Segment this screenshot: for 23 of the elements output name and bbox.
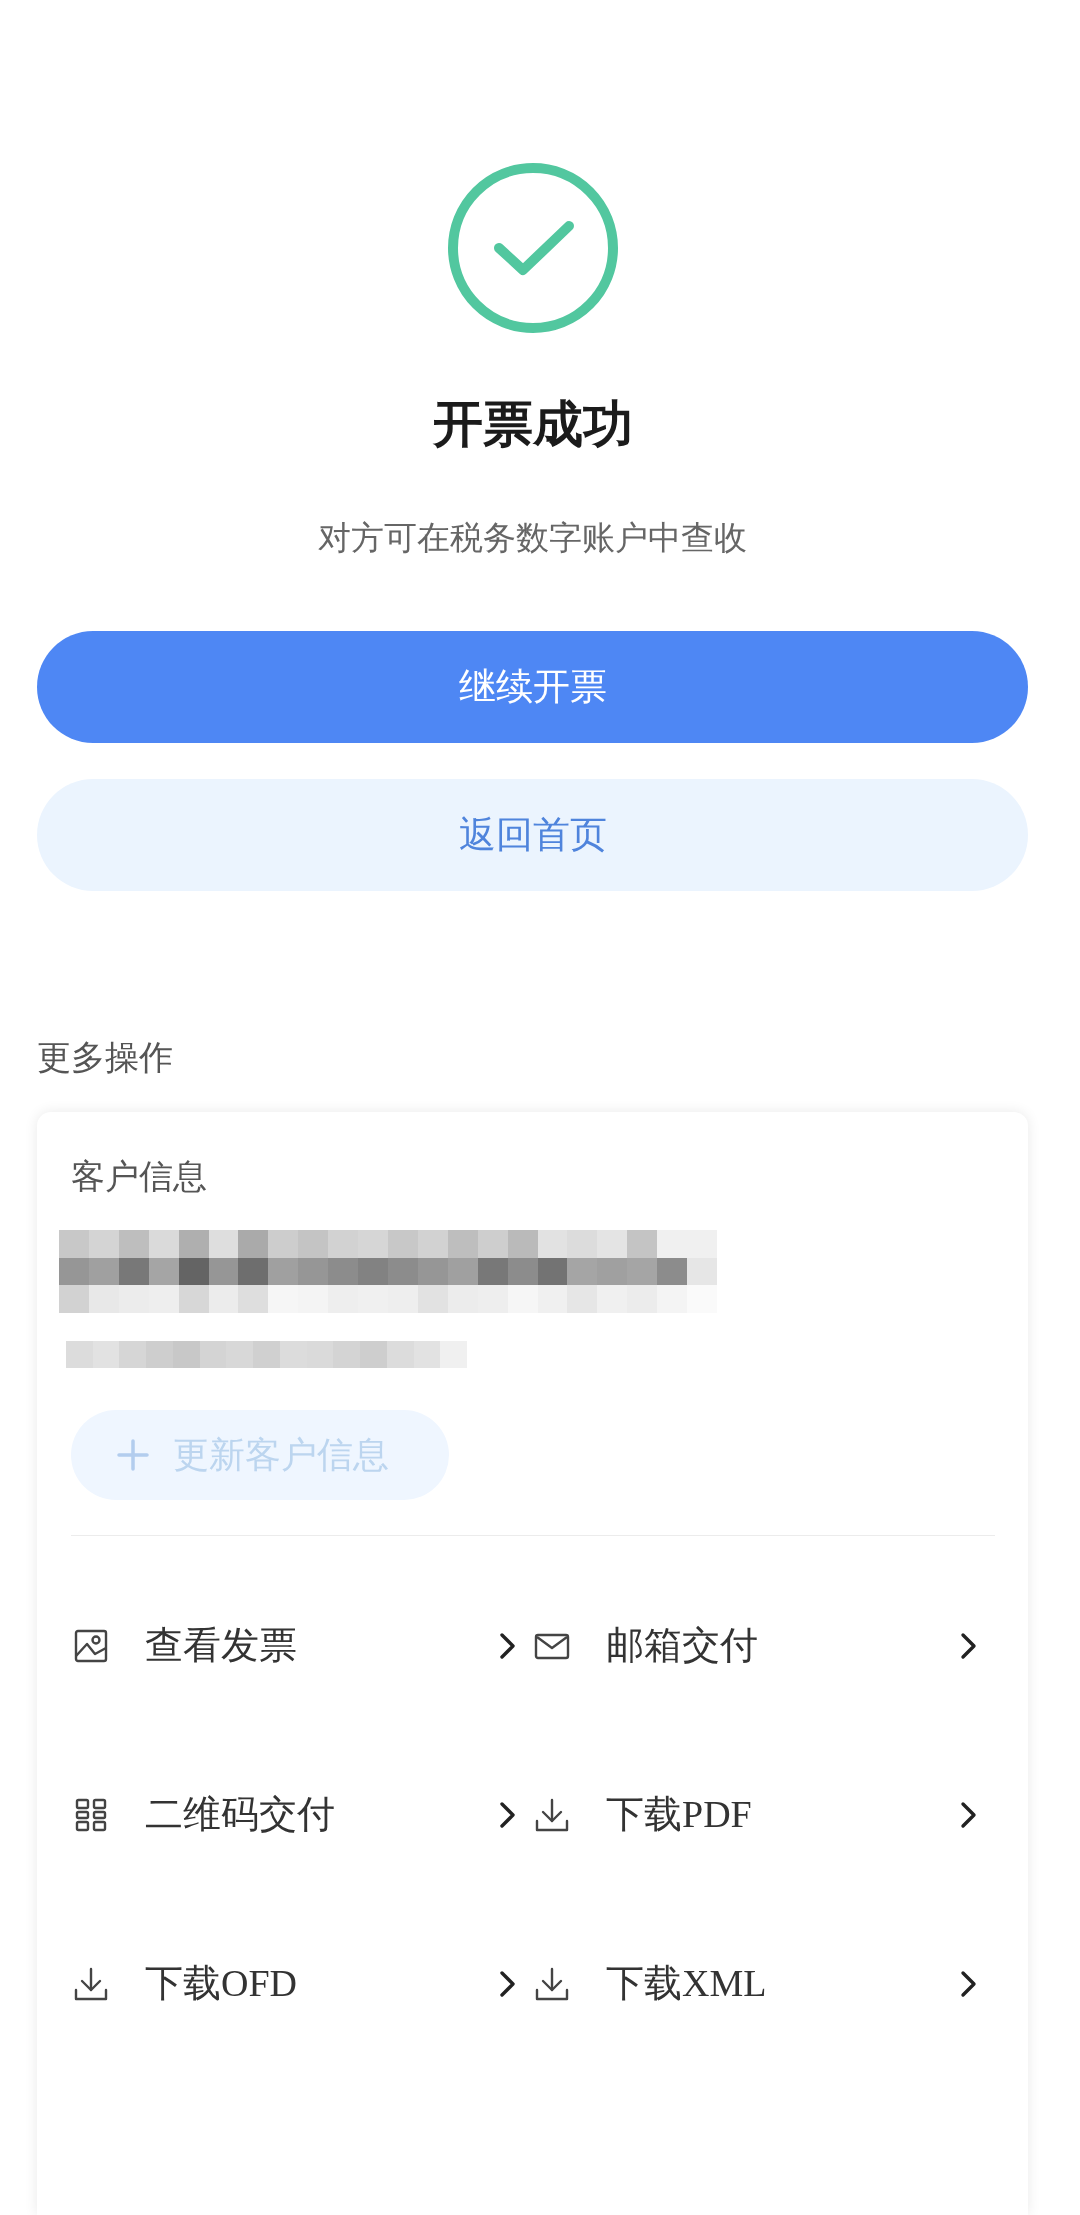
chevron-right-icon bbox=[960, 1800, 977, 1829]
action-item[interactable]: 下载PDF bbox=[534, 1730, 977, 1899]
chevron-right-icon bbox=[960, 1631, 977, 1660]
download-icon bbox=[73, 1965, 109, 2002]
action-item[interactable]: 邮箱交付 bbox=[534, 1561, 977, 1730]
action-item[interactable]: 下载OFD bbox=[73, 1899, 516, 2068]
chevron-right-icon bbox=[499, 1631, 516, 1660]
action-item[interactable]: 查看发票 bbox=[73, 1561, 516, 1730]
plus-icon bbox=[117, 1439, 149, 1471]
success-check-icon bbox=[446, 162, 619, 334]
chevron-right-icon bbox=[499, 1969, 516, 1998]
download-icon bbox=[534, 1965, 570, 2002]
chevron-right-icon bbox=[960, 1969, 977, 1998]
success-title: 开票成功 bbox=[432, 394, 633, 454]
chevron-right-icon bbox=[499, 1800, 516, 1829]
section-heading: 更多操作 bbox=[37, 1036, 174, 1079]
qr-code-icon bbox=[73, 1796, 109, 1833]
image-icon bbox=[73, 1627, 109, 1664]
action-item[interactable]: 下载XML bbox=[534, 1899, 977, 2068]
success-message: 对方可在税务数字账户中查收 bbox=[318, 517, 747, 559]
action-item[interactable]: 二维码交付 bbox=[73, 1730, 516, 1899]
customer-info-label: 客户信息 bbox=[71, 1155, 207, 1198]
download-icon bbox=[534, 1796, 570, 1833]
